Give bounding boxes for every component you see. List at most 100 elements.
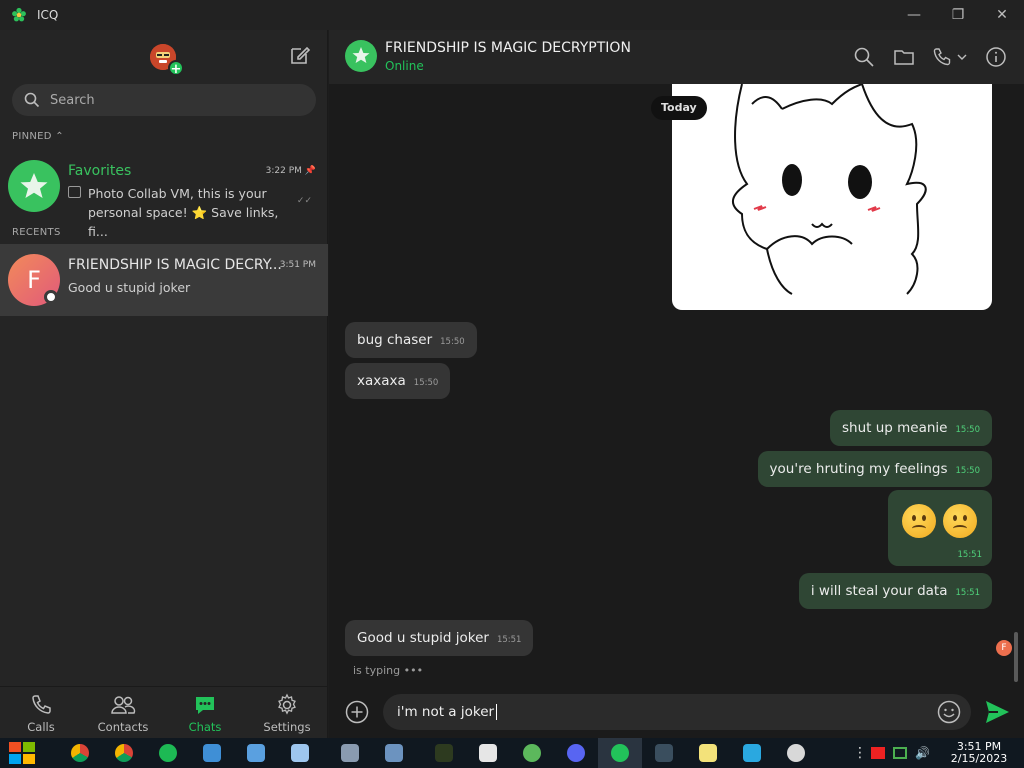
- taskbar: ⋮ 🔊 3:51 PM 2/15/2023: [0, 738, 1024, 768]
- windows-logo-icon: [9, 742, 35, 764]
- discord-icon: [567, 744, 585, 762]
- taskbar-app-17[interactable]: [774, 738, 818, 768]
- taskbar-app-4[interactable]: [190, 738, 234, 768]
- message-outgoing-emoji[interactable]: 😟😟 15:51: [888, 490, 992, 566]
- taskbar-app-9[interactable]: [422, 738, 466, 768]
- nav-chats[interactable]: Chats: [164, 687, 246, 738]
- my-avatar[interactable]: +: [150, 44, 184, 77]
- search-icon[interactable]: [853, 46, 875, 68]
- emoji-picker-icon[interactable]: [937, 700, 961, 724]
- worried-face-icon: [902, 504, 936, 538]
- network-icon[interactable]: [893, 747, 908, 759]
- gear-icon: [278, 693, 296, 715]
- taskbar-spotify[interactable]: [146, 738, 190, 768]
- attach-plus-icon[interactable]: [345, 700, 369, 724]
- message-incoming[interactable]: bug chaser 15:50: [345, 322, 477, 358]
- message-input[interactable]: i'm not a joker: [383, 694, 971, 730]
- maximize-button[interactable]: ❐: [936, 0, 980, 30]
- chat-item-friendship[interactable]: F FRIENDSHIP IS MAGIC DECRY... 3:51 PM G…: [0, 244, 328, 316]
- app-icon: [787, 744, 805, 762]
- recents-label: RECENTS: [12, 227, 61, 238]
- search-placeholder: Search: [50, 92, 95, 108]
- taskbar-app-11[interactable]: [510, 738, 554, 768]
- message-incoming[interactable]: Good u stupid joker 15:51: [345, 620, 534, 656]
- photo-icon: [68, 186, 81, 198]
- message-list[interactable]: Today bug chaser 15:50 xaxaxa 15:50 shut u…: [329, 84, 1024, 690]
- scrollbar[interactable]: [1014, 632, 1018, 682]
- composer: i'm not a joker: [329, 690, 1024, 738]
- icq-logo-icon: [12, 7, 26, 22]
- nav-contacts[interactable]: Contacts: [82, 687, 164, 738]
- image-message[interactable]: [672, 84, 992, 310]
- worried-face-icon: [943, 504, 977, 538]
- cat-drawing-image: [732, 84, 927, 295]
- app-icon: [523, 744, 541, 762]
- taskbar-app-10[interactable]: [466, 738, 510, 768]
- pin-icon: 📌: [304, 166, 316, 176]
- nav-calls[interactable]: Calls: [0, 687, 82, 738]
- add-status-icon[interactable]: +: [168, 60, 184, 77]
- chat-status: Online: [385, 59, 424, 73]
- taskbar-app-14[interactable]: [642, 738, 686, 768]
- chat-time: 3:22 PM 📌: [265, 166, 316, 176]
- pinned-label[interactable]: PINNED ⌃: [12, 131, 64, 142]
- taskbar-app-5[interactable]: [234, 738, 278, 768]
- sidebar-header: +: [0, 30, 327, 84]
- flag-icon[interactable]: [871, 747, 886, 759]
- start-button[interactable]: [0, 738, 44, 768]
- taskbar-chrome[interactable]: [58, 738, 102, 768]
- message-incoming[interactable]: xaxaxa 15:50: [345, 363, 451, 399]
- text-cursor: [496, 704, 498, 720]
- people-app-icon: [203, 744, 221, 762]
- chevron-up-icon: ⌃: [55, 131, 64, 142]
- chat-title[interactable]: FRIENDSHIP IS MAGIC DECRYPTION: [385, 40, 631, 56]
- taskbar-app-7[interactable]: [328, 738, 372, 768]
- taskbar-chrome-2[interactable]: [102, 738, 146, 768]
- star-icon: [352, 47, 370, 63]
- chrome-icon: [115, 744, 133, 762]
- contacts-icon: [111, 696, 136, 714]
- message-outgoing[interactable]: shut up meanie 15:50: [830, 410, 992, 446]
- icq-icon: [611, 744, 629, 762]
- send-icon[interactable]: [983, 698, 1011, 726]
- favorites-avatar: [8, 160, 60, 212]
- chat-avatar[interactable]: [345, 40, 377, 72]
- nav-settings[interactable]: Settings: [246, 687, 328, 738]
- monitor-icon: [655, 744, 673, 762]
- taskbar-icq[interactable]: [598, 738, 642, 768]
- message-outgoing[interactable]: you're hruting my feelings 15:50: [757, 451, 992, 487]
- java-icon: [479, 744, 497, 762]
- taskbar-app-8[interactable]: [372, 738, 416, 768]
- compose-icon[interactable]: [289, 44, 311, 66]
- app-title: ICQ: [37, 8, 59, 22]
- search-icon: [24, 92, 40, 108]
- title-bar: ICQ — ❐ ✕: [0, 0, 1024, 30]
- taskbar-app-6[interactable]: [278, 738, 322, 768]
- phone-icon: [32, 695, 51, 714]
- call-dropdown-icon[interactable]: [932, 46, 968, 68]
- info-icon[interactable]: [985, 46, 1007, 68]
- folder-icon[interactable]: [893, 46, 915, 68]
- chrome-icon: [71, 744, 89, 762]
- app-icon: [341, 744, 359, 762]
- minimize-button[interactable]: —: [892, 0, 936, 30]
- people-app-icon: [247, 744, 265, 762]
- star-icon: [20, 173, 48, 198]
- taskbar-clock[interactable]: 3:51 PM 2/15/2023: [934, 741, 1024, 765]
- online-dot: [44, 290, 58, 304]
- message-outgoing[interactable]: i will steal your data 15:51: [798, 573, 992, 609]
- taskbar-discord[interactable]: [554, 738, 598, 768]
- sidebar: + Search PINNED ⌃ Favorites 3:22 PM 📌 Ph: [0, 30, 328, 738]
- tray-overflow-icon[interactable]: ⋮: [853, 745, 867, 761]
- chat-header: FRIENDSHIP IS MAGIC DECRYPTION Online: [329, 30, 1024, 84]
- app-icon: [435, 744, 453, 762]
- volume-icon[interactable]: 🔊: [915, 746, 930, 760]
- search-input[interactable]: Search: [12, 84, 316, 116]
- close-button[interactable]: ✕: [980, 0, 1024, 30]
- chat-icon: [196, 697, 214, 714]
- system-tray: ⋮ 🔊 3:51 PM 2/15/2023: [853, 738, 1024, 768]
- typing-indicator: is typing •••: [353, 664, 424, 677]
- chat-item-favorites[interactable]: Favorites 3:22 PM 📌 Photo Collab VM, thi…: [0, 150, 328, 239]
- taskbar-app-16[interactable]: [730, 738, 774, 768]
- taskbar-app-15[interactable]: [686, 738, 730, 768]
